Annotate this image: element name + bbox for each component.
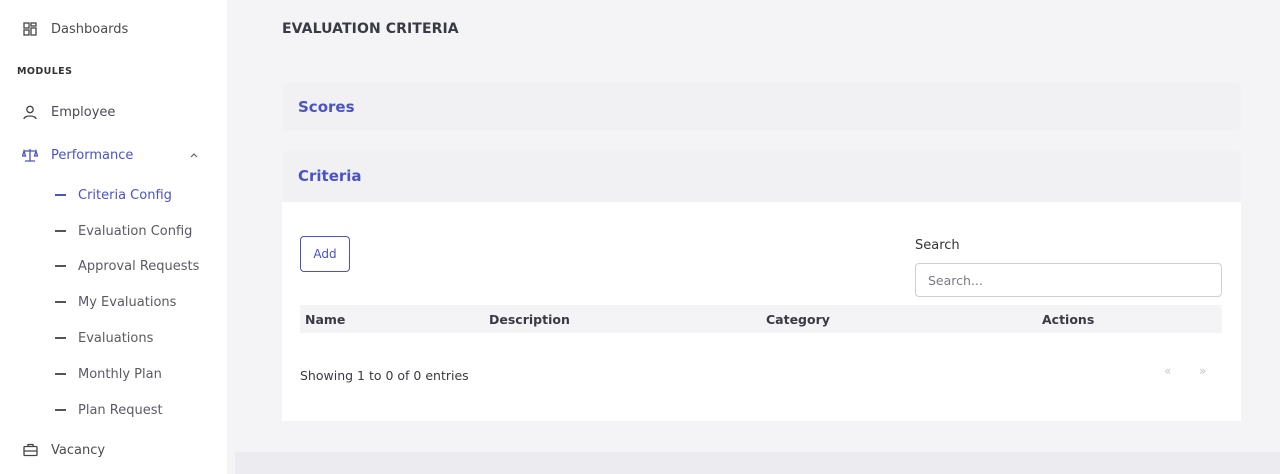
sidebar-item-performance[interactable]: Performance [0,140,227,170]
pagination-next-button[interactable]: » [1199,364,1206,378]
dash-icon [55,373,66,375]
section-label-modules: MODULES [17,66,73,77]
sidebar-item-label: Dashboards [51,21,129,37]
chevron-up-icon[interactable] [190,150,198,161]
dash-icon [55,301,66,303]
sidebar-item-vacancy[interactable]: Vacancy [0,435,227,465]
column-header-category[interactable]: Category [766,312,830,327]
panel-header-scores[interactable]: Scores [282,83,1241,131]
grid-icon [21,20,39,38]
sidebar-subitem-monthly-plan[interactable]: Monthly Plan [0,361,227,387]
dash-icon [55,409,66,411]
sidebar-subitem-criteria-config[interactable]: Criteria Config [0,182,227,208]
user-icon [21,103,39,121]
sidebar-item-label: Vacancy [51,442,106,458]
sidebar-subitem-label: Approval Requests [78,258,200,274]
panel-title: Criteria [298,167,362,185]
footer-strip [235,452,1280,474]
page-title: EVALUATION CRITERIA [282,21,459,37]
sidebar: Dashboards MODULES Employee Performance … [0,0,227,474]
scale-icon [21,146,39,164]
column-header-actions: Actions [1042,312,1095,327]
dash-icon [55,230,66,232]
sidebar-item-employee[interactable]: Employee [0,97,227,127]
sidebar-subitem-evaluation-config[interactable]: Evaluation Config [0,218,227,244]
panel-title: Scores [298,98,355,116]
table-header: Name Description Category Actions [300,305,1222,333]
sidebar-subitem-label: Criteria Config [78,187,172,203]
dash-icon [55,265,66,267]
search-input[interactable] [915,263,1222,297]
pagination-prev-button[interactable]: « [1164,364,1171,378]
sidebar-subitem-label: Evaluation Config [78,223,193,239]
sidebar-item-label: Performance [51,147,134,163]
sidebar-item-label: Employee [51,104,116,120]
table-info: Showing 1 to 0 of 0 entries [300,368,469,383]
column-header-description[interactable]: Description [489,312,570,327]
sidebar-item-dashboards[interactable]: Dashboards [0,14,227,44]
sidebar-subitem-label: My Evaluations [78,294,177,310]
sidebar-subitem-label: Plan Request [78,402,163,418]
column-header-name[interactable]: Name [305,312,345,327]
sidebar-subitem-label: Evaluations [78,330,154,346]
sidebar-subitem-approval-requests[interactable]: Approval Requests [0,253,227,279]
criteria-panel-body: Add Search Name Description Category Act… [282,202,1241,421]
sidebar-subitem-my-evaluations[interactable]: My Evaluations [0,289,227,315]
sidebar-subitem-label: Monthly Plan [78,366,162,382]
dash-icon [55,337,66,339]
add-button[interactable]: Add [300,236,350,272]
sidebar-subitem-evaluations[interactable]: Evaluations [0,325,227,351]
dash-icon [55,194,66,196]
sidebar-subitem-plan-request[interactable]: Plan Request [0,397,227,423]
briefcase-icon [21,441,39,459]
search-label: Search [915,238,960,253]
panel-header-criteria[interactable]: Criteria [282,150,1241,202]
